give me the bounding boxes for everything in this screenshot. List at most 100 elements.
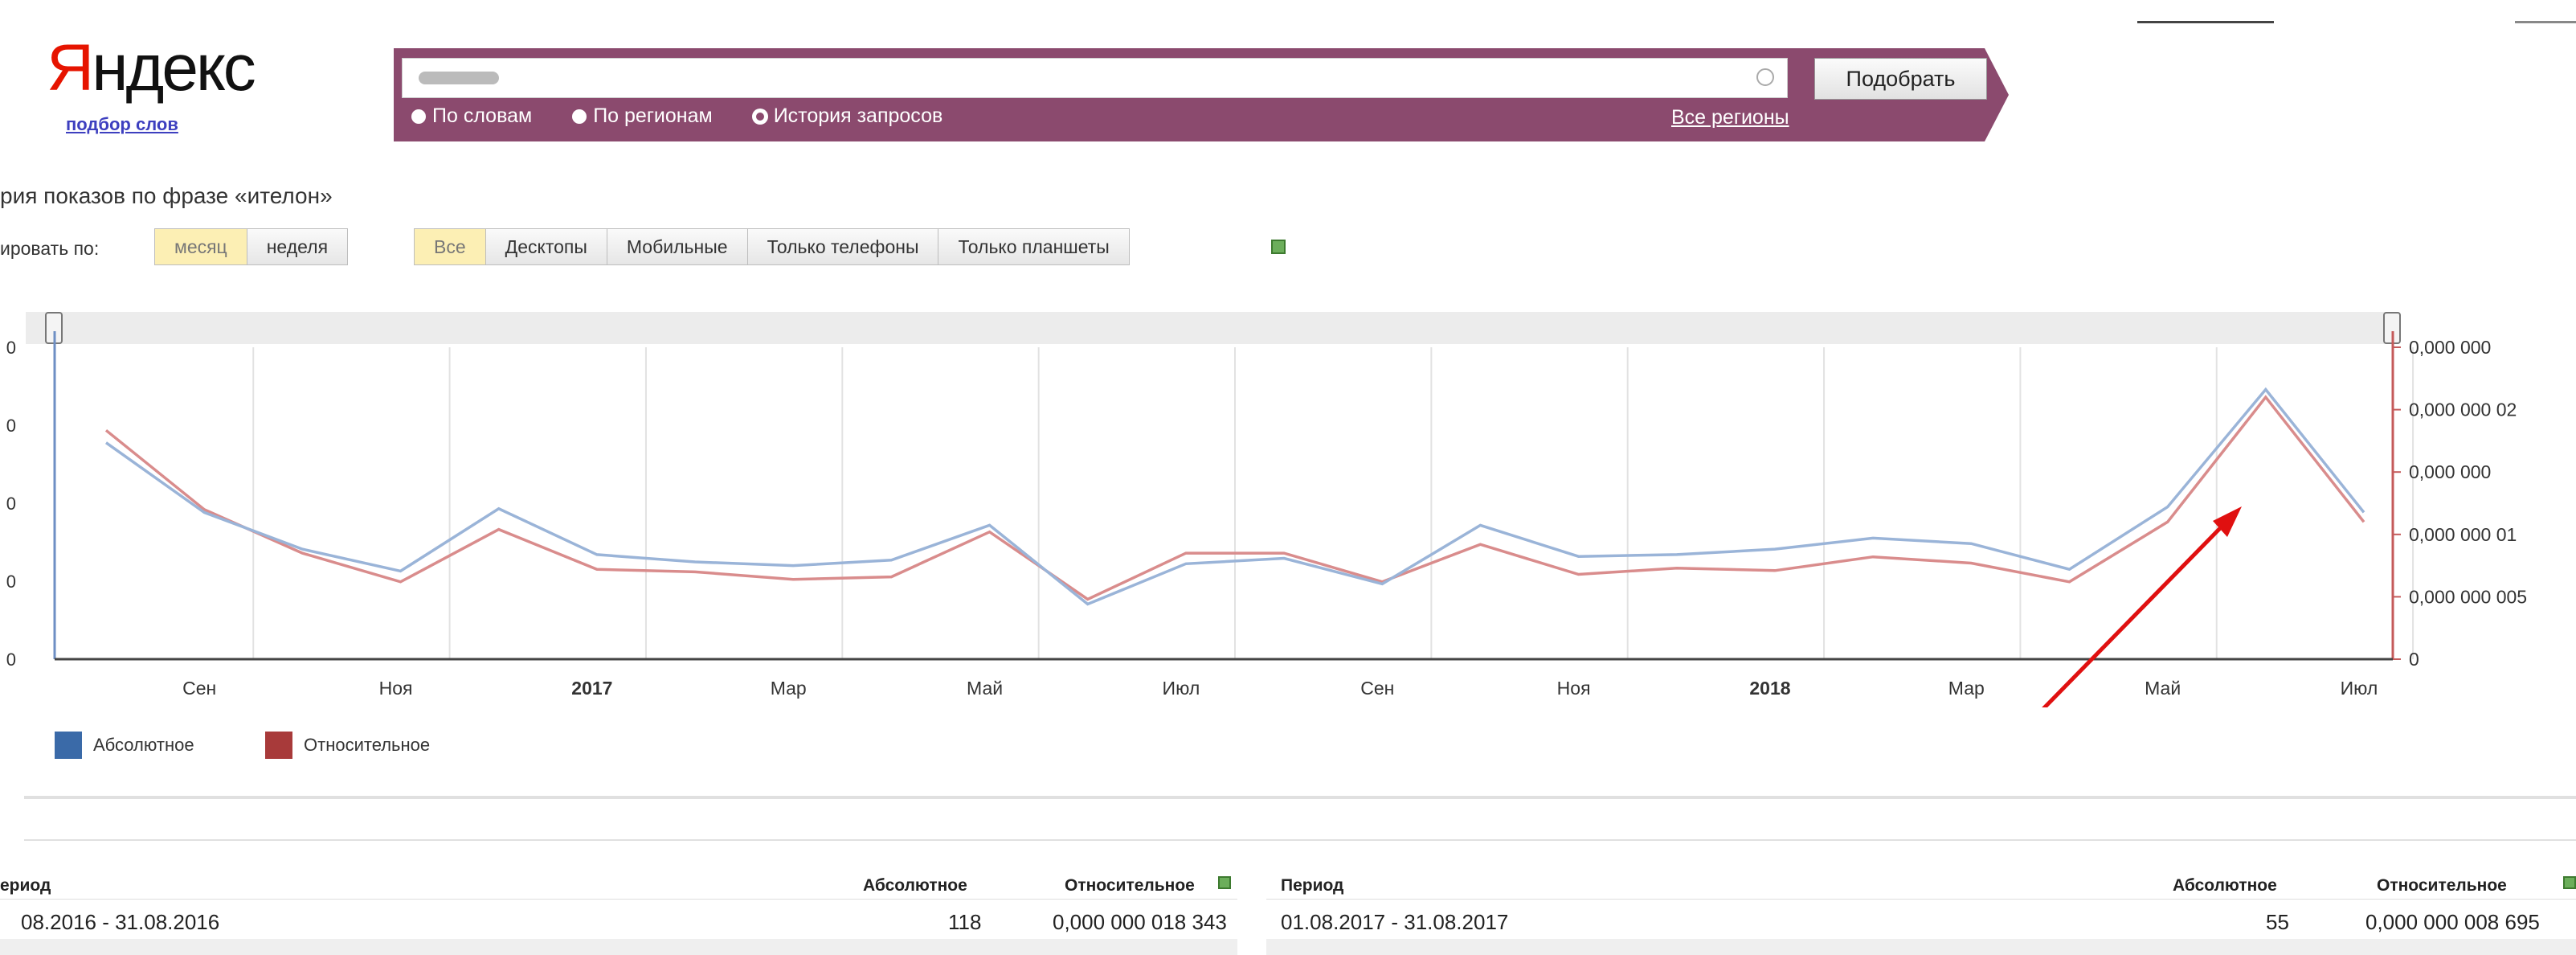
regions-link[interactable]: Все регионы [1671, 106, 1789, 129]
nav-link[interactable] [1140, 5, 1212, 21]
arrow-shaft [2042, 521, 2227, 707]
band-arrow-tip [1985, 48, 2009, 141]
x-tick-label: 2017 [571, 678, 612, 699]
left-table-excel-icon[interactable] [1218, 876, 1231, 889]
left-tick-label: 0 [6, 494, 16, 514]
nav-link[interactable] [497, 5, 618, 21]
table-row-line [0, 899, 1237, 900]
right-tick-label: 0,000 000 02 [2409, 400, 2517, 420]
left-col-relative: Относительное [1065, 876, 1195, 895]
right-row-relative: 0,000 000 008 695 [2365, 910, 2540, 934]
device-desktop-button[interactable]: Десктопы [485, 228, 607, 265]
grouping-label: ировать по: [0, 238, 100, 259]
radio-dot-icon [752, 109, 767, 124]
right-tick-label: 0 [2409, 649, 2419, 670]
device-tablets-button[interactable]: Только планшеты [938, 228, 1130, 265]
left-row-period: 08.2016 - 31.08.2016 [21, 910, 220, 934]
table-row [0, 939, 1237, 955]
x-tick-label: Ноя [379, 678, 413, 699]
right-tick-label: 0,000 000 01 [2409, 524, 2517, 545]
left-tick-label: 0 [6, 650, 16, 670]
page-title: рия показов по фразе «ителон» [0, 183, 333, 208]
legend-relative[interactable]: Относительное [265, 732, 430, 759]
exit-link[interactable] [2515, 5, 2576, 23]
radio-dot-icon [411, 109, 426, 124]
right-tick-label: 0,000 000 [2409, 461, 2491, 482]
device-mobile-button[interactable]: Мобильные [606, 228, 748, 265]
right-row-period: 01.08.2017 - 31.08.2017 [1281, 910, 1509, 934]
right-col-absolute: Абсолютное [2173, 876, 2277, 895]
search-input[interactable] [402, 58, 1788, 98]
excel-export-icon[interactable] [1271, 240, 1286, 254]
x-tick-label: Июл [1163, 678, 1200, 699]
annotation-arrow [2042, 506, 2242, 707]
x-tick-label: Мар [771, 678, 807, 699]
history-chart: Сен Ноя 2017 Мар Май Июл Сен Ноя 2018 Мар Май Июл 0… [6, 331, 2527, 707]
grouping-toggle: месяц неделя [154, 228, 349, 265]
clear-icon[interactable] [1756, 68, 1774, 86]
right-row-absolute: 55 [2266, 910, 2289, 934]
left-tick-label: 0 [6, 572, 16, 592]
nav-link[interactable] [398, 5, 470, 21]
search-mode-radios: По словам По регионам История запросов [411, 105, 942, 128]
x-tick-label: Ноя [1557, 678, 1591, 699]
user-link[interactable] [2137, 5, 2274, 23]
top-nav [398, 5, 1280, 29]
yandex-logo[interactable]: Яндекс [47, 31, 256, 105]
x-tick-label: Май [967, 678, 1003, 699]
nav-link[interactable] [1240, 5, 1280, 21]
x-axis-labels: Сен Ноя 2017 Мар Май Июл Сен Ноя 2018 Мар Май Июл [182, 678, 2378, 699]
divider [24, 796, 2576, 799]
radio-dot-icon [572, 109, 587, 124]
radio-label: По словам [432, 105, 533, 127]
legend-rel-label: Относительное [304, 735, 431, 755]
divider [24, 839, 2576, 841]
group-month-button[interactable]: месяц [154, 228, 247, 265]
x-tick-label: Сен [182, 678, 216, 699]
left-axis-labels: 0 0 0 0 0 [6, 338, 16, 670]
device-all-button[interactable]: Все [414, 228, 486, 265]
radio-label: По регионам [593, 105, 713, 127]
chart-axes [53, 331, 2394, 661]
nav-link[interactable] [645, 5, 734, 21]
group-week-button[interactable]: неделя [246, 228, 349, 265]
left-col-period: ериод [0, 876, 51, 895]
radio-by-words[interactable]: По словам [411, 105, 532, 128]
radio-by-regions[interactable]: По регионам [572, 105, 713, 128]
left-tick-label: 0 [6, 416, 16, 436]
right-col-period: Период [1281, 876, 1344, 895]
x-tick-label: Мар [1948, 678, 1985, 699]
legend-abs-swatch [55, 732, 82, 759]
device-filter: Все Десктопы Мобильные Только телефоны Т… [414, 228, 1130, 265]
logo-first-letter: Я [47, 31, 94, 105]
nav-link[interactable] [761, 5, 938, 21]
pick-button[interactable]: Подобрать [1814, 58, 1987, 100]
right-tick-label: 0,000 000 005 [2409, 586, 2527, 607]
right-tick-label: 0,000 000 [2409, 337, 2491, 358]
legend-abs-label: Абсолютное [93, 735, 194, 755]
right-col-relative: Относительное [2377, 876, 2507, 895]
left-row-relative: 0,000 000 018 343 [1053, 910, 1227, 934]
x-tick-label: 2018 [1749, 678, 1790, 699]
x-tick-label: Сен [1360, 678, 1394, 699]
left-tick-label: 0 [6, 338, 16, 358]
table-row-line [1266, 899, 2576, 900]
blurred-query [419, 72, 499, 84]
radio-history[interactable]: История запросов [752, 105, 943, 128]
x-tick-label: Июл [2341, 678, 2378, 699]
left-row-absolute: 118 [948, 910, 982, 934]
left-col-absolute: Абсолютное [863, 876, 967, 895]
logo-subtitle-link[interactable]: подбор слов [66, 114, 178, 135]
legend-absolute[interactable]: Абсолютное [55, 732, 194, 759]
table-row [1266, 939, 2576, 955]
logo-rest: ндекс [92, 31, 256, 105]
nav-link[interactable] [965, 5, 1037, 21]
device-phones-button[interactable]: Только телефоны [746, 228, 939, 265]
x-tick-label: Май [2145, 678, 2181, 699]
search-band: Подобрать По словам По регионам История … [394, 48, 2009, 141]
right-table-excel-icon[interactable] [2563, 876, 2576, 889]
nav-link[interactable] [1065, 5, 1113, 21]
legend-rel-swatch [265, 732, 292, 759]
radio-label: История запросов [773, 105, 943, 127]
chart-grid [252, 347, 2414, 659]
